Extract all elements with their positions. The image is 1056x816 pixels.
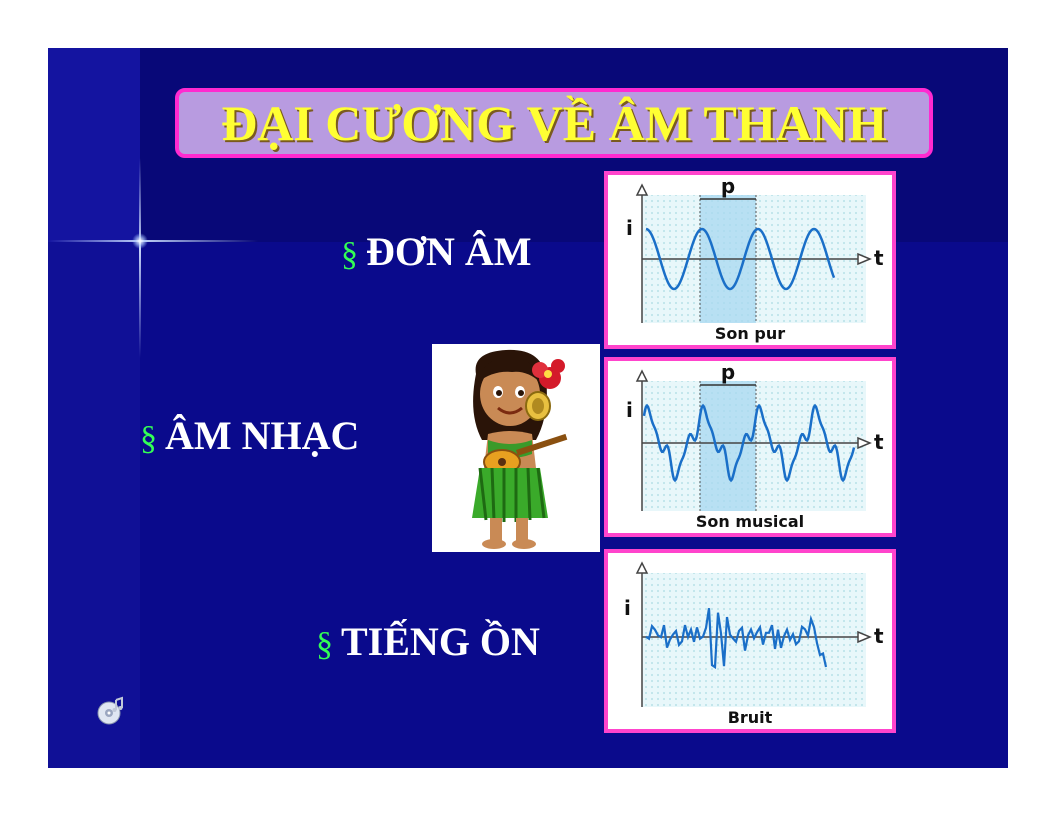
bullet-tieng-on: § TIẾNG ỒN (316, 618, 540, 665)
bullet-mark: § (341, 236, 358, 273)
bullet-label: TIẾNG ỒN (341, 619, 540, 664)
y-axis-label: i (626, 216, 633, 240)
period-highlight (700, 381, 756, 511)
bullet-label: ĐƠN ÂM (366, 229, 532, 274)
y-axis-label: i (624, 596, 631, 620)
lens-flare-core (132, 233, 148, 249)
sound-cd-icon[interactable] (96, 696, 126, 726)
bullet-don-am: § ĐƠN ÂM (341, 228, 532, 275)
lens-flare-icon (48, 240, 258, 242)
background-band-corner (48, 48, 140, 242)
period-label: p (721, 361, 735, 384)
x-axis-label: t (874, 624, 884, 648)
lens-flare-ray (139, 158, 141, 358)
panel-caption: Bruit (728, 708, 773, 727)
waveform-panel-son-pur: p i t Son pur (604, 171, 896, 349)
bullet-mark: § (316, 626, 333, 663)
y-axis-label: i (626, 398, 633, 422)
waveform-panel-bruit: i t Bruit (604, 549, 896, 733)
slide: ĐẠI CƯƠNG VỀ ÂM THANH § ĐƠN ÂM § ÂM NHẠC… (48, 48, 1008, 768)
bullet-mark: § (140, 420, 157, 457)
bullet-label: ÂM NHẠC (165, 413, 360, 458)
title-box: ĐẠI CƯƠNG VỀ ÂM THANH (175, 88, 933, 158)
waveform-panel-son-musical: p i t Son musical (604, 357, 896, 537)
x-axis-label: t (874, 246, 884, 270)
bullet-am-nhac: § ÂM NHẠC (140, 412, 359, 459)
panel-caption: Son pur (715, 324, 785, 343)
period-label: p (721, 175, 735, 198)
x-axis-label: t (874, 430, 884, 454)
slide-title: ĐẠI CƯƠNG VỀ ÂM THANH (221, 95, 887, 151)
panel-caption: Son musical (696, 512, 804, 531)
hula-girl-ukulele-icon (432, 344, 600, 552)
